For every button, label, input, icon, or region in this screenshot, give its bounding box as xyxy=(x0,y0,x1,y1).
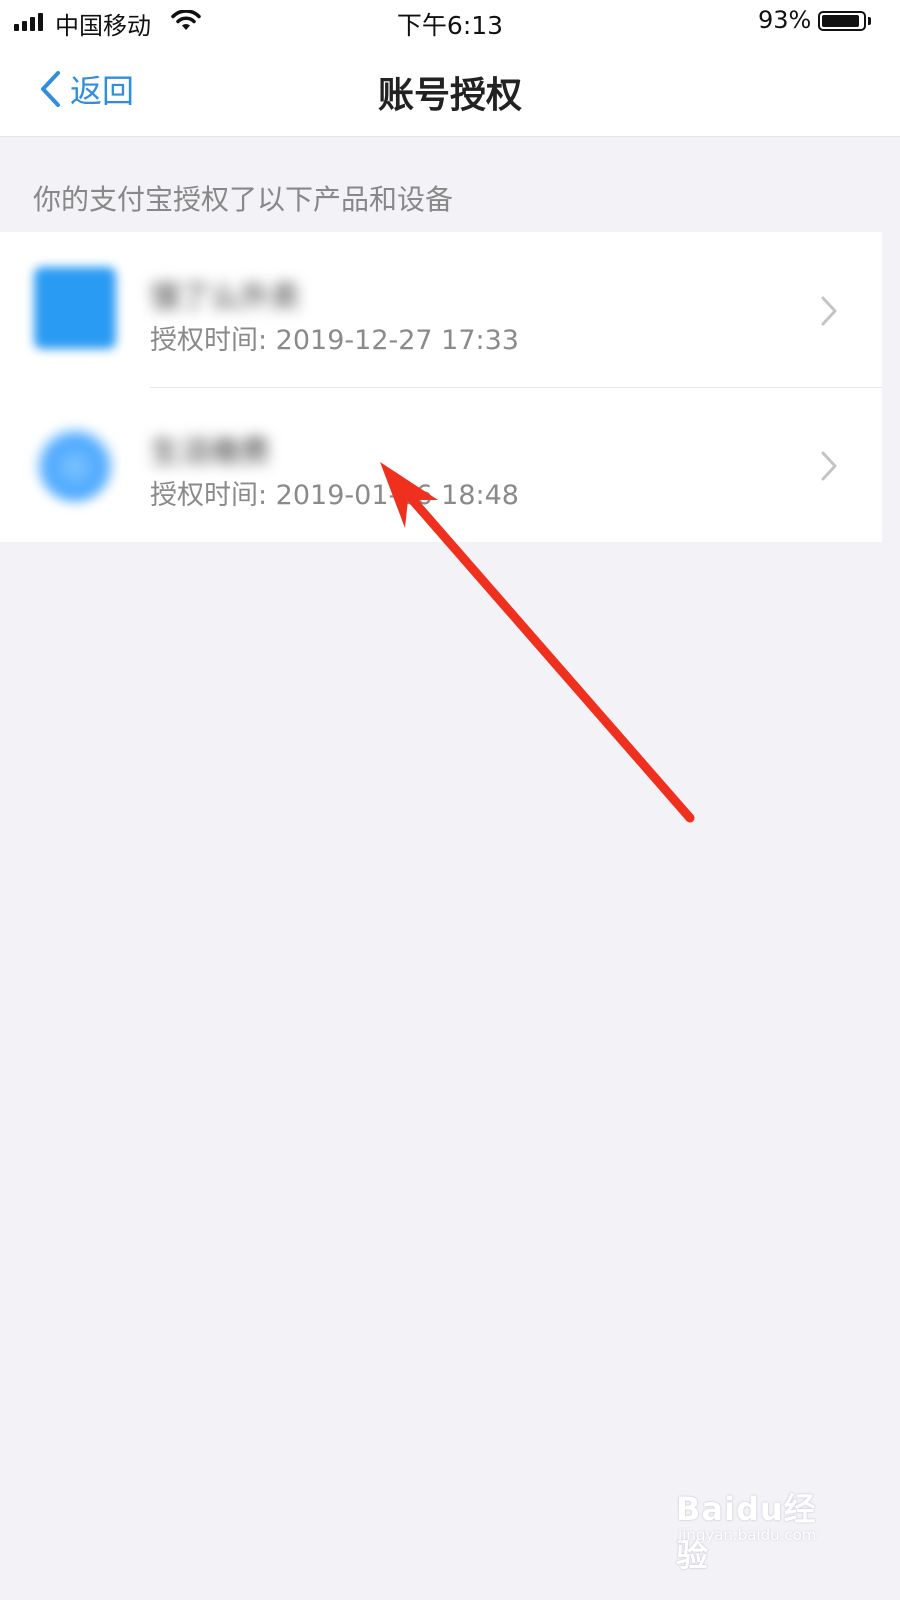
battery-cap xyxy=(868,17,871,25)
battery-percent: 93% xyxy=(758,6,812,34)
app-icon xyxy=(34,422,116,504)
app-name: 生活缴费 xyxy=(150,435,270,470)
app-icon xyxy=(34,267,116,349)
status-bar: 中国移动 下午6:13 93% xyxy=(0,0,900,44)
list-item-authorized-app[interactable]: 生活缴费 授权时间: 2019-01-26 18:48 xyxy=(0,387,882,542)
list-item-authorized-app[interactable]: 饿了么外卖 授权时间: 2019-12-27 17:33 xyxy=(0,232,882,387)
navigation-bar: 返回 账号授权 xyxy=(0,44,900,137)
battery-icon xyxy=(818,11,866,31)
section-header: 你的支付宝授权了以下产品和设备 xyxy=(33,183,454,216)
chevron-right-icon xyxy=(821,296,837,326)
baidu-watermark: Baidu经验 jingyan.baidu.com xyxy=(676,1472,836,1574)
authorized-apps-list: 饿了么外卖 授权时间: 2019-12-27 17:33 生活缴费 授权时间: … xyxy=(0,232,882,542)
authorization-time: 授权时间: 2019-01-26 18:48 xyxy=(150,480,519,511)
watermark-url: jingyan.baidu.com xyxy=(678,1526,817,1544)
page-title: 账号授权 xyxy=(377,75,522,116)
authorization-time: 授权时间: 2019-12-27 17:33 xyxy=(150,325,519,356)
chevron-right-icon xyxy=(821,451,837,481)
app-name: 饿了么外卖 xyxy=(150,280,300,315)
